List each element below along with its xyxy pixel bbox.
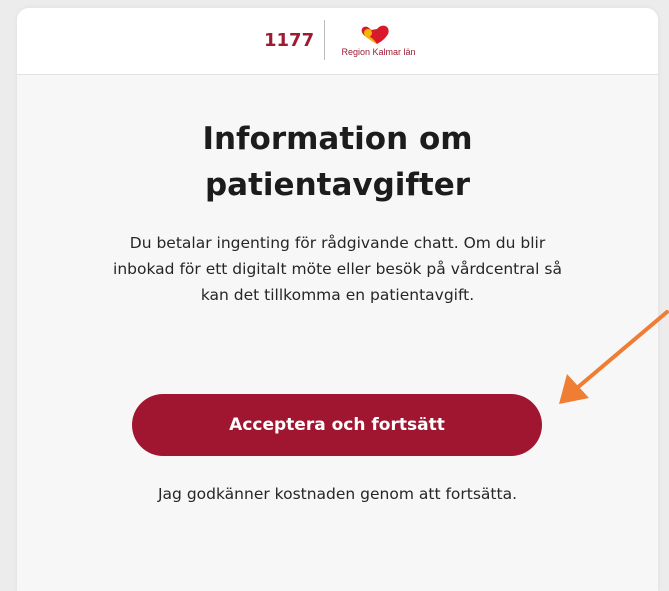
region-logo: Region Kalmar län xyxy=(331,24,426,60)
logo-divider xyxy=(324,20,325,60)
body-line: inbokad för ett digitalt möte eller besö… xyxy=(113,260,562,278)
title-line: Information om xyxy=(202,121,473,157)
arrow-annotation-icon xyxy=(559,310,669,404)
consent-text: Jag godkänner kostnaden genom att fortsä… xyxy=(157,485,518,503)
body-line: kan det tillkomma en patientavgift. xyxy=(200,286,475,304)
fee-information-text: Du betalar ingenting för rådgivande chat… xyxy=(90,230,585,308)
page-title: Information om patientavgifter xyxy=(17,116,658,208)
logo-1177: 1177 xyxy=(264,30,315,51)
body-line: Du betalar ingenting för rådgivande chat… xyxy=(129,234,546,252)
title-line: patientavgifter xyxy=(204,167,471,203)
accept-and-continue-button[interactable]: Acceptera och fortsätt xyxy=(132,394,542,456)
heart-logo-icon xyxy=(361,25,389,44)
region-name: Region Kalmar län xyxy=(341,47,416,57)
